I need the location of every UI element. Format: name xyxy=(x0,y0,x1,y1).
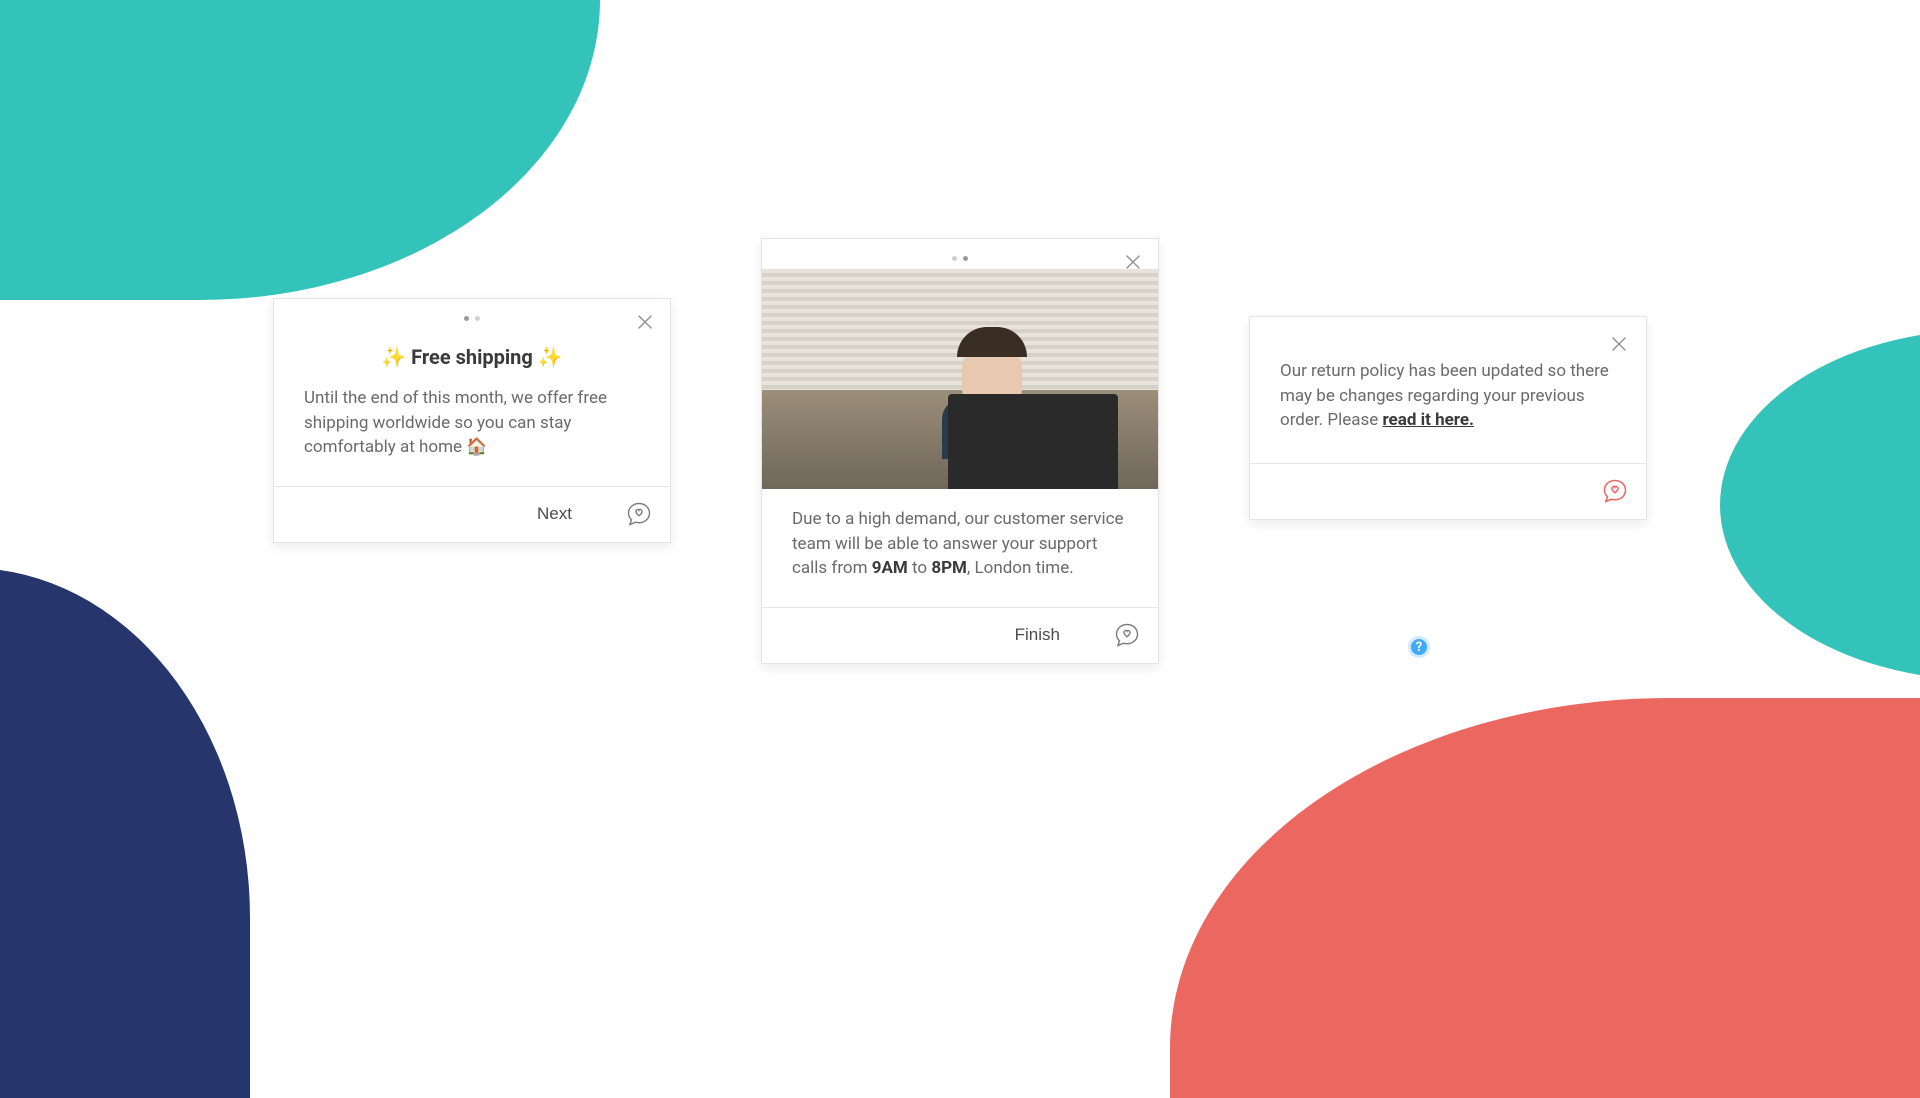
popup-footer xyxy=(1250,463,1646,519)
pagination-dot-2[interactable] xyxy=(475,316,480,321)
popup-header xyxy=(762,239,1158,273)
help-icon: ? xyxy=(1416,640,1422,655)
body-text-post: , London time. xyxy=(967,558,1074,578)
read-it-here-link[interactable]: read it here. xyxy=(1382,410,1474,430)
popup-free-shipping: ✨ Free shipping ✨ Until the end of this … xyxy=(273,298,671,543)
popup-body: Our return policy has been updated so th… xyxy=(1250,359,1646,463)
heart-chat-icon xyxy=(1113,621,1141,649)
heart-chat-icon xyxy=(625,500,653,528)
pagination-dot-1[interactable] xyxy=(952,256,957,261)
sparkle-icon: ✨ xyxy=(381,345,411,369)
pagination-dots xyxy=(952,256,968,261)
popup-header xyxy=(274,299,670,333)
close-icon xyxy=(634,311,656,333)
popup-text: Until the end of this month, we offer fr… xyxy=(304,386,640,460)
finish-button[interactable]: Finish xyxy=(981,619,1094,651)
popup-image xyxy=(762,269,1158,489)
heart-chat-icon xyxy=(1601,477,1629,505)
pagination-dot-1[interactable] xyxy=(464,316,469,321)
popup-footer: Next xyxy=(274,486,670,542)
popup-body: ✨ Free shipping ✨ Until the end of this … xyxy=(274,333,670,486)
body-text-mid: to xyxy=(908,558,932,578)
next-button[interactable]: Next xyxy=(503,498,606,530)
close-button[interactable] xyxy=(632,309,658,335)
popup-footer: Finish xyxy=(762,607,1158,663)
popup-header xyxy=(1250,317,1646,359)
feedback-button[interactable] xyxy=(1600,476,1630,506)
time-end: 8PM xyxy=(931,558,967,578)
time-start: 9AM xyxy=(872,558,908,578)
popup-body: Due to a high demand, our customer servi… xyxy=(762,489,1158,607)
image-monitor xyxy=(948,394,1118,489)
pagination-dot-2[interactable] xyxy=(963,256,968,261)
close-icon xyxy=(1608,333,1630,355)
close-button[interactable] xyxy=(1606,331,1632,357)
pagination-dots xyxy=(464,316,480,321)
popup-title: ✨ Free shipping ✨ xyxy=(304,343,640,372)
feedback-button[interactable] xyxy=(624,499,654,529)
sparkle-icon: ✨ xyxy=(533,345,563,369)
popup-return-policy: Our return policy has been updated so th… xyxy=(1249,316,1647,520)
help-badge[interactable]: ? xyxy=(1408,636,1430,658)
title-text: Free shipping xyxy=(411,345,533,369)
image-window xyxy=(762,269,1158,397)
feedback-button[interactable] xyxy=(1112,620,1142,650)
cards-stage: ✨ Free shipping ✨ Until the end of this … xyxy=(0,0,1920,998)
popup-customer-service: Due to a high demand, our customer servi… xyxy=(761,238,1159,664)
